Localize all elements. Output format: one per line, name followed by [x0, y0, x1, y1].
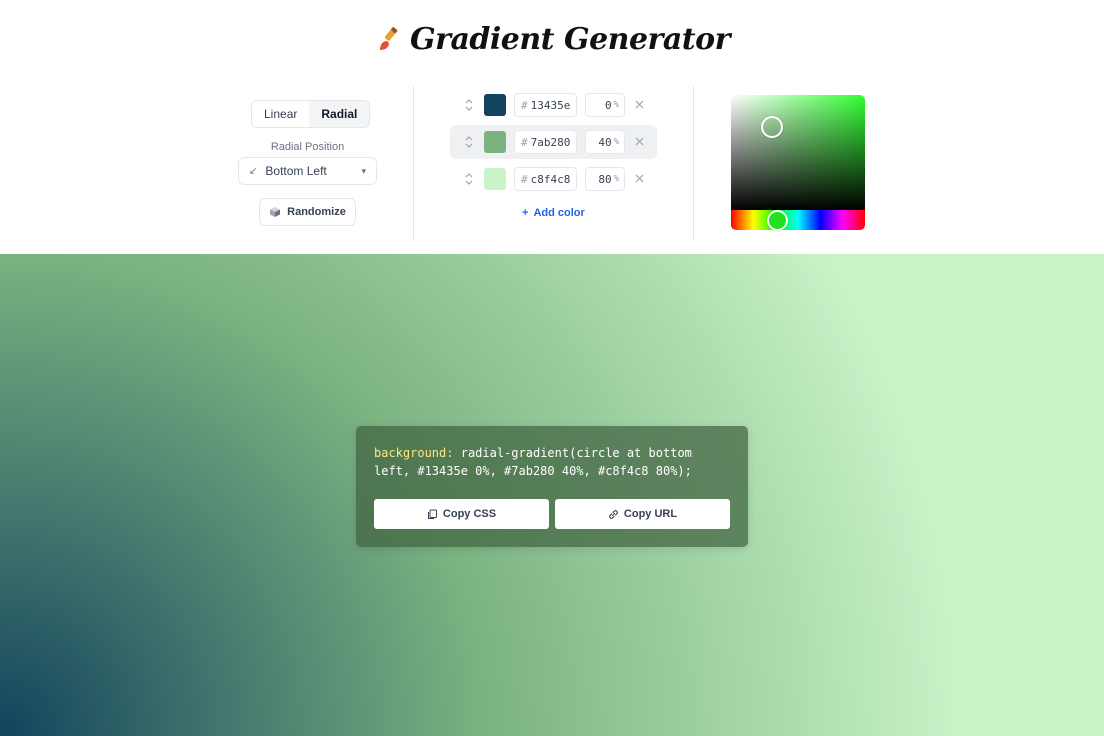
percent-input[interactable]: 40 %	[585, 130, 625, 154]
copy-css-button[interactable]: Copy CSS	[374, 499, 549, 529]
hex-value: 7ab280	[530, 135, 571, 149]
close-icon[interactable]	[634, 99, 645, 110]
close-icon[interactable]	[634, 173, 645, 184]
color-swatch[interactable]	[484, 94, 506, 116]
hash-label: #	[521, 98, 528, 112]
color-stop-row-selected: # 7ab280 40 %	[450, 125, 657, 159]
copy-url-label: Copy URL	[623, 508, 678, 520]
color-stop-row: # c8f4c8 80 %	[450, 162, 657, 196]
drag-handle-icon[interactable]	[464, 98, 474, 112]
divider-right	[693, 86, 694, 240]
control-panel: Linear Radial Radial Position ↙ Bottom L…	[0, 82, 1104, 254]
percent-value: 0	[604, 98, 612, 112]
linear-button[interactable]: Linear	[252, 101, 310, 127]
radial-position-label: Radial Position	[270, 141, 345, 153]
percent-value: 80	[598, 172, 612, 186]
divider-left	[413, 86, 414, 240]
percent-unit: %	[613, 100, 619, 110]
percent-input[interactable]: 80 %	[585, 167, 625, 191]
hue-slider[interactable]	[731, 210, 865, 230]
header: Gradient Generator	[0, 14, 1104, 64]
radial-position-select[interactable]: ↙ Bottom Left ▾	[238, 157, 377, 185]
copy-icon	[427, 509, 437, 519]
gradient-type-toggle: Linear Radial	[251, 100, 371, 128]
color-stop-row: # 13435e 0 %	[450, 88, 657, 122]
hex-value: 13435e	[530, 98, 571, 112]
chevron-down-icon: ▾	[361, 165, 366, 176]
css-property: background:	[374, 446, 454, 460]
copy-url-button[interactable]: Copy URL	[555, 499, 730, 529]
hex-input[interactable]: # 7ab280	[514, 130, 577, 154]
percent-value: 40	[598, 135, 612, 149]
gradient-preview: background: radial-gradient(circle at bo…	[0, 254, 1104, 736]
drag-handle-icon[interactable]	[464, 135, 474, 149]
hex-input[interactable]: # 13435e	[514, 93, 577, 117]
radial-position-value: Bottom Left	[265, 164, 327, 178]
randomize-label: Randomize	[287, 206, 346, 218]
hue-thumb[interactable]	[767, 210, 788, 231]
percent-input[interactable]: 0 %	[585, 93, 625, 117]
link-icon	[609, 509, 618, 519]
hash-label: #	[521, 135, 528, 149]
hex-value: c8f4c8	[530, 172, 571, 186]
plus-icon: +	[522, 207, 529, 219]
radial-button[interactable]: Radial	[309, 101, 370, 127]
color-swatch[interactable]	[484, 168, 506, 190]
saturation-picker[interactable]	[731, 95, 865, 210]
paintbrush-icon	[380, 27, 398, 50]
percent-unit: %	[613, 174, 619, 184]
randomize-button[interactable]: Randomize	[259, 198, 356, 226]
add-color-button[interactable]: + Add color	[522, 207, 585, 219]
color-swatch[interactable]	[484, 131, 506, 153]
close-icon[interactable]	[634, 136, 645, 147]
percent-unit: %	[613, 137, 619, 147]
arrow-down-left-icon: ↙	[249, 165, 258, 177]
css-output-card: background: radial-gradient(circle at bo…	[356, 426, 748, 547]
drag-handle-icon[interactable]	[464, 172, 474, 186]
css-code: background: radial-gradient(circle at bo…	[374, 444, 730, 480]
hash-label: #	[521, 172, 528, 186]
saturation-thumb[interactable]	[761, 116, 783, 138]
app-title: Gradient Generator	[410, 21, 730, 57]
dice-icon	[270, 207, 281, 217]
hex-input[interactable]: # c8f4c8	[514, 167, 577, 191]
add-color-label: Add color	[533, 207, 585, 219]
copy-css-label: Copy CSS	[442, 508, 497, 520]
